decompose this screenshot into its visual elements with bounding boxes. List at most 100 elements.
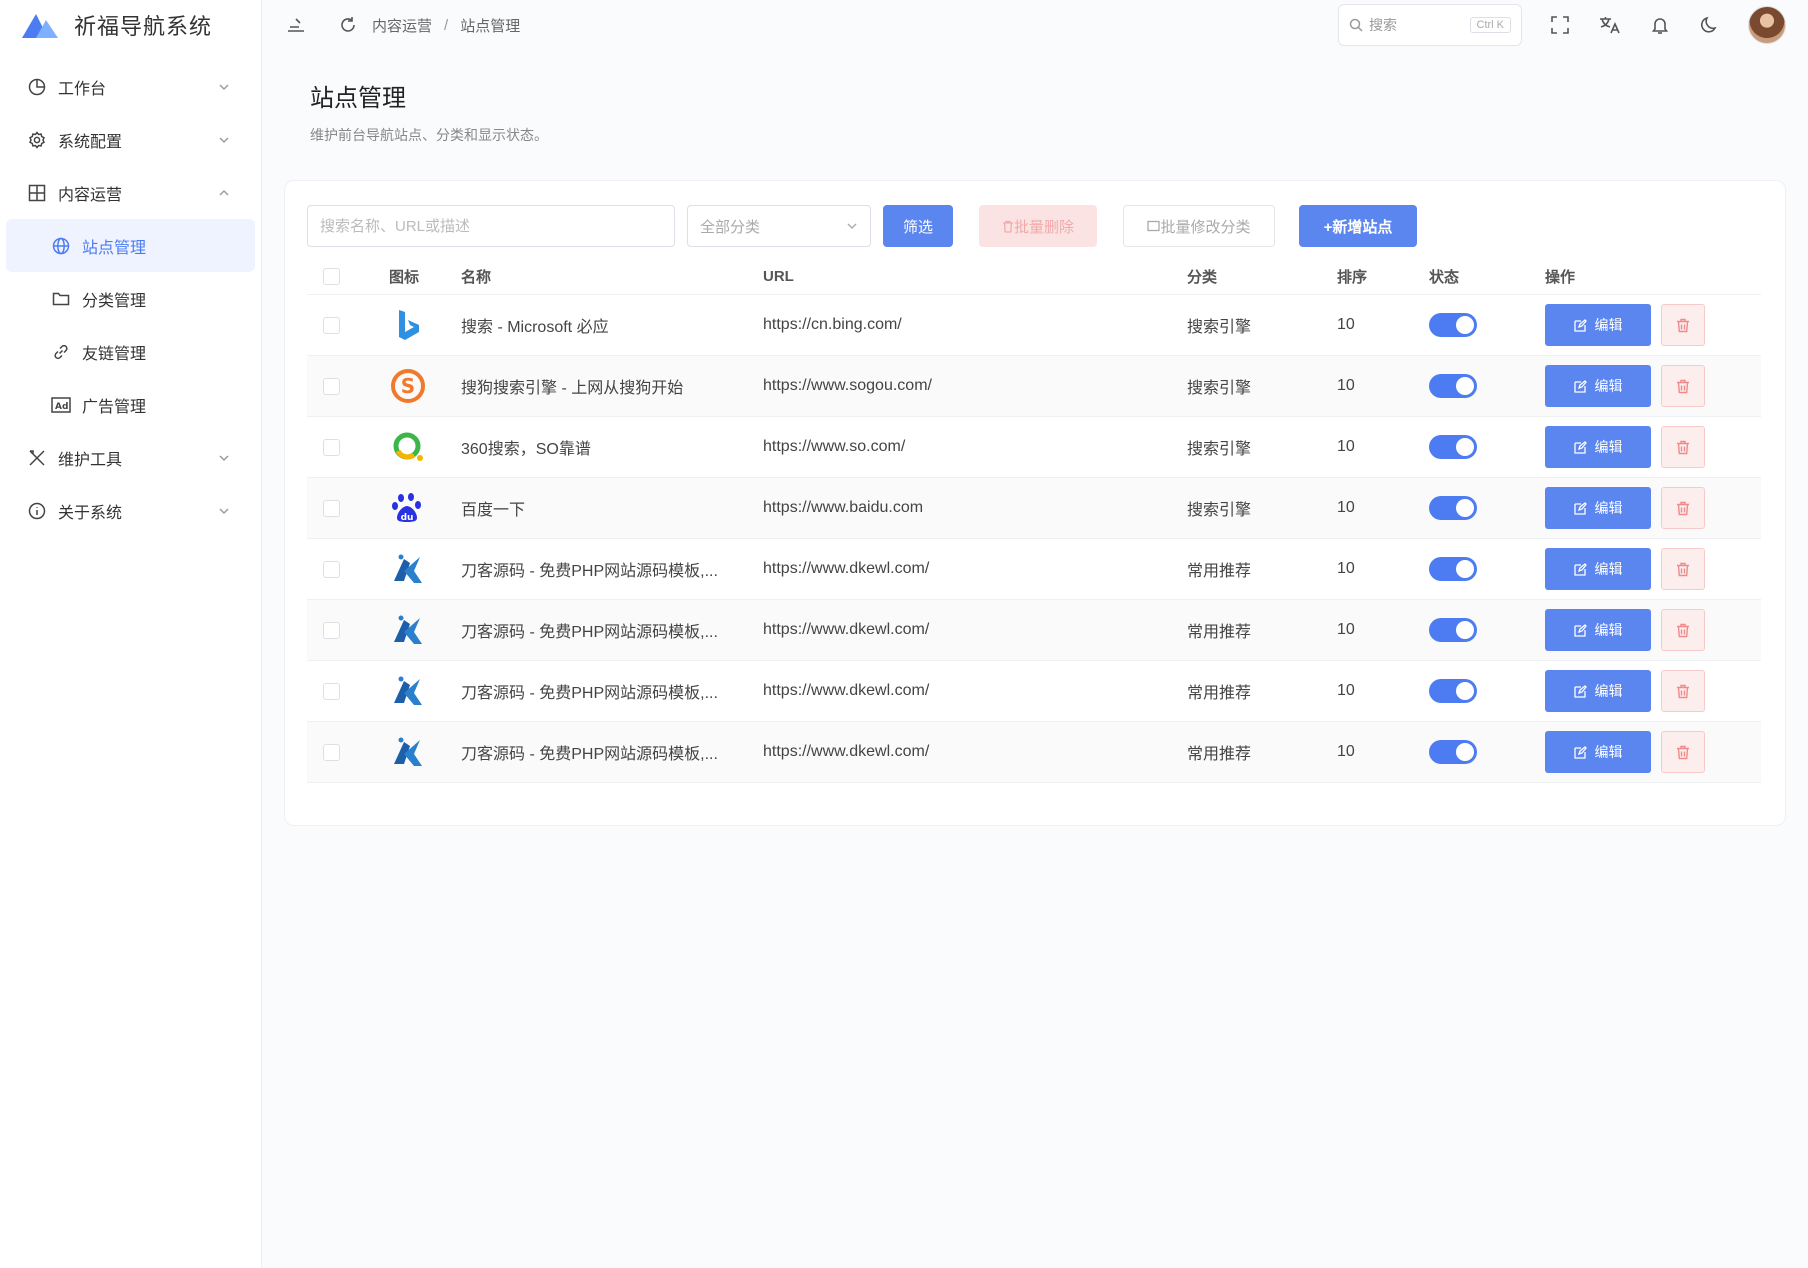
global-search[interactable]: 搜索 Ctrl K [1338,4,1522,46]
edit-button[interactable]: 编辑 [1545,609,1651,651]
edit-button[interactable]: 编辑 [1545,365,1651,407]
delete-button[interactable] [1661,426,1705,468]
status-toggle[interactable] [1429,374,1477,398]
site-url[interactable]: https://www.sogou.com/ [763,377,1187,395]
status-toggle[interactable] [1429,435,1477,459]
collapse-sidebar-icon[interactable] [284,13,308,37]
batch-category-button[interactable]: 批量修改分类 [1123,205,1275,247]
trash-icon [1677,440,1689,454]
row-checkbox[interactable] [323,438,340,456]
svg-text:S: S [401,374,415,398]
row-checkbox[interactable] [323,316,340,334]
status-toggle[interactable] [1429,496,1477,520]
translate-icon[interactable] [1598,13,1622,37]
sidebar-item-sites[interactable]: 站点管理 [6,219,255,272]
table-row: 搜索 - Microsoft 必应 https://cn.bing.com/ 搜… [307,295,1761,356]
category-select-value: 全部分类 [700,218,761,236]
edit-button[interactable]: 编辑 [1545,487,1651,529]
breadcrumb-item-current: 站点管理 [460,17,521,35]
site-sort: 10 [1337,682,1355,699]
row-checkbox[interactable] [323,682,340,700]
select-all-checkbox[interactable] [323,268,340,285]
sidebar-item-system-config[interactable]: 系统配置 [6,113,255,166]
delete-button[interactable] [1661,365,1705,407]
search-shortcut-badge: Ctrl K [1469,17,1511,33]
avatar[interactable] [1748,6,1786,44]
dkewl-logo-icon [389,550,427,588]
row-checkbox[interactable] [323,621,340,639]
dark-mode-icon[interactable] [1698,13,1722,37]
site-url[interactable]: https://www.dkewl.com/ [763,743,1187,761]
sidebar-item-label: 内容运营 [58,186,123,204]
breadcrumb-item[interactable]: 内容运营 [372,15,432,36]
row-checkbox[interactable] [323,743,340,761]
status-toggle[interactable] [1429,679,1477,703]
table-row: du 百度一下 https://www.baidu.com 搜索引擎 10 编辑 [307,478,1761,539]
site-sort: 10 [1337,377,1355,394]
site-category: 搜索引擎 [1187,441,1252,458]
edit-button[interactable]: 编辑 [1545,426,1651,468]
page-header: 站点管理 维护前台导航站点、分类和显示状态。 [310,78,548,145]
site-url[interactable]: https://www.dkewl.com/ [763,621,1187,639]
edit-button[interactable]: 编辑 [1545,548,1651,590]
batch-delete-button[interactable]: 批量删除 [979,205,1097,247]
brand[interactable]: 祈福导航系统 [0,0,261,50]
status-toggle[interactable] [1429,557,1477,581]
edit-button[interactable]: 编辑 [1545,304,1651,346]
row-checkbox[interactable] [323,499,340,517]
site-url[interactable]: https://cn.bing.com/ [763,316,1187,334]
status-toggle[interactable] [1429,618,1477,642]
grid-icon [26,182,48,204]
sidebar-item-about[interactable]: 关于系统 [6,484,255,537]
fullscreen-icon[interactable] [1548,13,1572,37]
row-checkbox[interactable] [323,377,340,395]
tools-icon [26,447,48,469]
bell-icon[interactable] [1648,13,1672,37]
trash-icon [1002,220,1013,233]
refresh-icon[interactable] [336,13,360,37]
global-search-placeholder: 搜索 [1369,17,1397,33]
edit-icon [1573,562,1587,576]
delete-button[interactable] [1661,304,1705,346]
site-url[interactable]: https://www.baidu.com [763,499,1187,517]
breadcrumb-separator: / [444,16,449,34]
dkewl-logo-icon [389,611,427,649]
ad-icon: Ad [50,394,72,416]
sidebar-item-ads[interactable]: Ad 广告管理 [6,378,255,431]
category-select[interactable]: 全部分类 [687,205,871,247]
sidebar-item-maintenance[interactable]: 维护工具 [6,431,255,484]
edit-button[interactable]: 编辑 [1545,731,1651,773]
dkewl-logo-icon [389,672,427,710]
delete-button[interactable] [1661,670,1705,712]
sidebar-item-content-ops[interactable]: 内容运营 [6,166,255,219]
svg-text:du: du [401,513,414,523]
delete-button[interactable] [1661,731,1705,773]
gear-icon [26,129,48,151]
site-sort: 10 [1337,560,1355,577]
edit-label: 编辑 [1594,561,1623,577]
table-row: 刀客源码 - 免费PHP网站源码模板,... https://www.dkewl… [307,539,1761,600]
status-toggle[interactable] [1429,313,1477,337]
column-header: 图标 [389,269,420,286]
delete-button[interactable] [1661,487,1705,529]
site-url[interactable]: https://www.so.com/ [763,438,1187,456]
sidebar-nav: 工作台 系统配置 内容运营 站点管理 分类管理 友链管理 Ad 广告管理 维护工… [0,60,261,537]
site-sort: 10 [1337,499,1355,516]
sidebar-item-label: 系统配置 [58,133,123,151]
add-site-button[interactable]: +新增站点 [1299,205,1417,247]
delete-button[interactable] [1661,548,1705,590]
site-url[interactable]: https://www.dkewl.com/ [763,560,1187,578]
search-input[interactable] [307,205,675,247]
sidebar-item-dashboard[interactable]: 工作台 [6,60,255,113]
site-name: 刀客源码 - 免费PHP网站源码模板,... [461,563,718,580]
filter-button[interactable]: 筛选 [883,205,953,247]
site-url[interactable]: https://www.dkewl.com/ [763,682,1187,700]
status-toggle[interactable] [1429,740,1477,764]
trash-icon [1677,379,1689,393]
sidebar-item-categories[interactable]: 分类管理 [6,272,255,325]
sidebar-item-friend-links[interactable]: 友链管理 [6,325,255,378]
row-checkbox[interactable] [323,560,340,578]
bing-logo-icon [389,306,427,344]
edit-button[interactable]: 编辑 [1545,670,1651,712]
delete-button[interactable] [1661,609,1705,651]
